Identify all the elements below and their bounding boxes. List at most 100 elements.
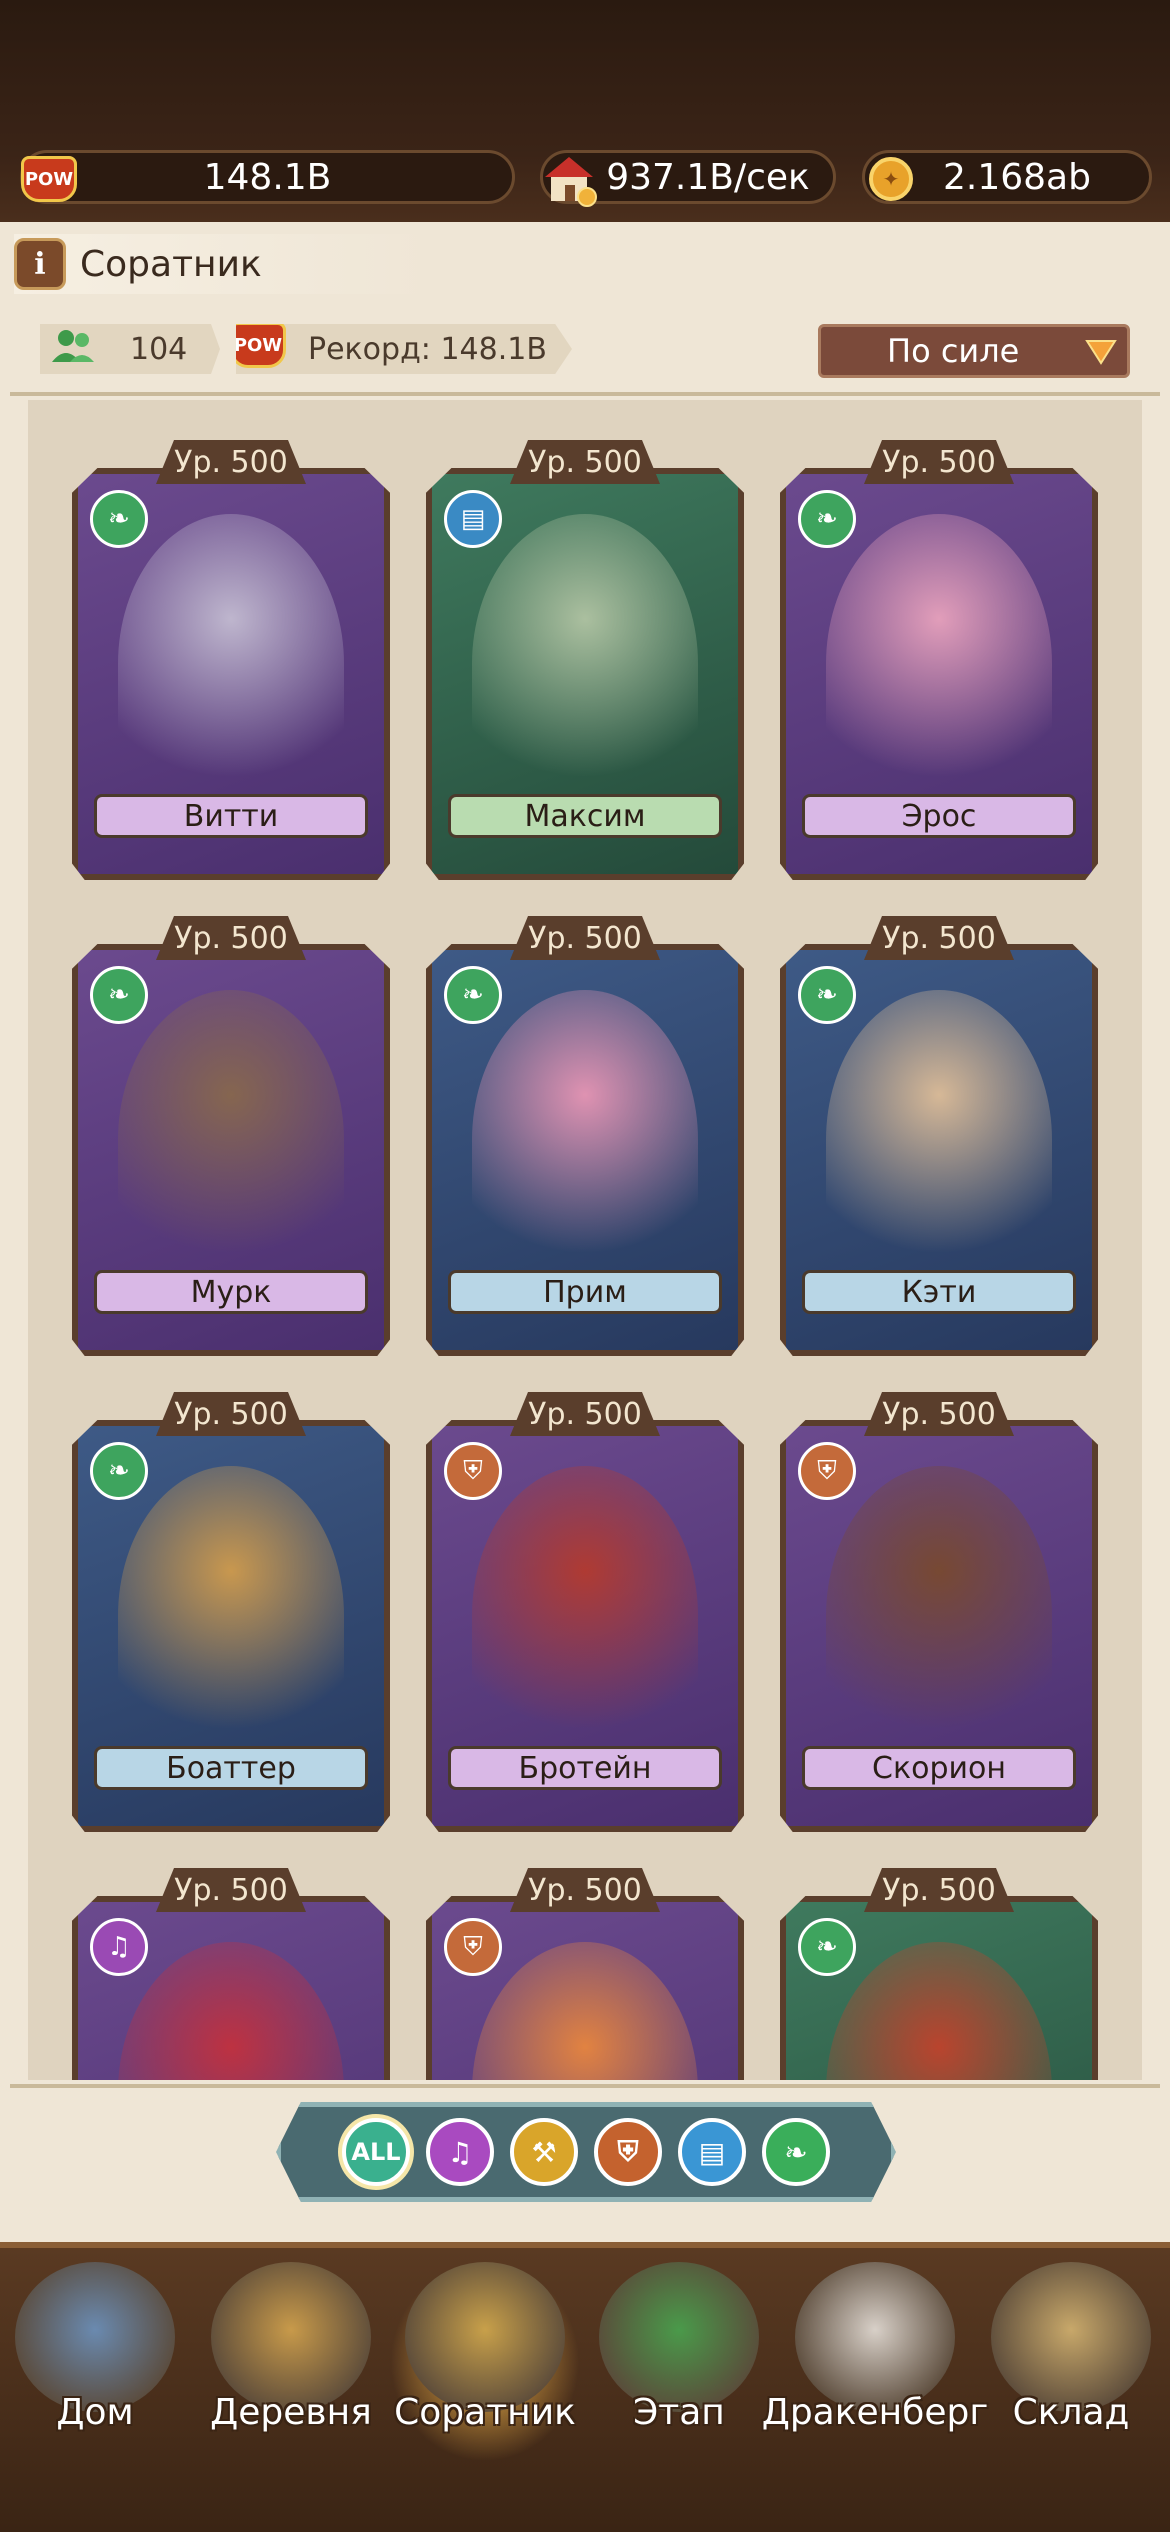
bottom-navigation: Дом Деревня Соратник Этап Дракенберг Склад <box>0 2242 1170 2532</box>
companion-card[interactable]: Ур. 500 ❧ Мурк <box>72 916 390 1356</box>
level-label: Ур. 500 <box>864 440 1014 484</box>
level-label: Ур. 500 <box>864 1868 1014 1912</box>
companion-portrait <box>826 990 1052 1290</box>
filter-book-button[interactable]: ▤ <box>678 2118 746 2186</box>
companion-portrait <box>118 1466 344 1766</box>
companion-card[interactable]: Ур. 500 ▤ Максим <box>426 440 744 880</box>
divider <box>10 392 1160 396</box>
filter-all-button[interactable]: ALL <box>342 2118 410 2186</box>
filter-broom-button[interactable]: ⚒ <box>510 2118 578 2186</box>
level-label: Ур. 500 <box>510 916 660 960</box>
page-title: Соратник <box>80 243 262 285</box>
level-label: Ур. 500 <box>156 1868 306 1912</box>
companion-portrait <box>472 514 698 814</box>
house-income-icon <box>537 147 601 211</box>
companion-portrait <box>118 1942 344 2080</box>
pow-record-icon: POW <box>236 324 286 368</box>
harp-icon: ♫ <box>447 2135 473 2169</box>
filter-sword-button[interactable]: ⛨ <box>594 2118 662 2186</box>
level-label: Ур. 500 <box>510 440 660 484</box>
pow-icon: POW <box>17 147 81 211</box>
companion-name: Максим <box>448 794 722 838</box>
companion-name: Боаттер <box>94 1746 368 1790</box>
drakenberg-icon <box>795 2262 955 2412</box>
nav-item-0[interactable]: Дом <box>0 2262 190 2462</box>
pow-badge-label: POW <box>21 156 77 202</box>
nav-label: Склад <box>1012 2392 1130 2433</box>
companion-portrait <box>826 1942 1052 2080</box>
pow-record-label: POW <box>236 324 286 368</box>
nav-label: Дом <box>56 2392 134 2433</box>
power-counter: POW 148.1B <box>20 150 515 204</box>
companion-card[interactable]: Ур. 500 ❧ Витти <box>72 440 390 880</box>
users-icon <box>50 326 96 374</box>
sword-icon: ⛨ <box>617 2135 639 2168</box>
nav-label: Соратник <box>394 2392 576 2433</box>
nav-label: Деревня <box>210 2392 372 2433</box>
sort-label: По силе <box>887 332 1020 370</box>
companion-name: Прим <box>448 1270 722 1314</box>
companion-portrait <box>472 1942 698 2080</box>
stage-icon <box>599 2262 759 2412</box>
dropdown-arrow-icon <box>1083 335 1119 367</box>
nav-item-2[interactable]: Соратник <box>390 2262 580 2462</box>
companion-count-pill: 104 <box>40 324 220 374</box>
wind-icon: ❧ <box>784 2135 808 2169</box>
nav-label: Дракенберг <box>761 2392 989 2433</box>
filter-harp-button[interactable]: ♫ <box>426 2118 494 2186</box>
sort-dropdown[interactable]: По силе <box>818 324 1130 378</box>
coin-icon: ✦ <box>859 147 923 211</box>
wind-icon: ❧ <box>90 966 148 1024</box>
gold-value: 2.168ab <box>943 156 1091 198</box>
companion-card[interactable]: Ур. 500 ⛨ Скорион <box>780 1392 1098 1832</box>
filter-all-label: ALL <box>351 2138 401 2166</box>
companion-card[interactable]: Ур. 500 ❧ Прим <box>426 916 744 1356</box>
companion-card[interactable]: Ур. 500 ❧ Кэти <box>780 916 1098 1356</box>
sword-icon: ⛨ <box>444 1442 502 1500</box>
companion-name: Витти <box>94 794 368 838</box>
broom-icon: ⚒ <box>531 2135 557 2169</box>
income-counter: 937.1B/сек <box>540 150 836 207</box>
companion-icon <box>405 2262 565 2412</box>
level-label: Ур. 500 <box>156 916 306 960</box>
info-button[interactable]: i <box>14 238 66 290</box>
gold-counter: ✦ 2.168ab <box>862 150 1152 204</box>
companion-grid: Ур. 500 ❧ Витти Ур. 500 ▤ Максим Ур. 500 ❧ Эрос У… <box>28 400 1142 2080</box>
level-label: Ур. 500 <box>156 1392 306 1436</box>
book-icon: ▤ <box>698 2135 726 2169</box>
nav-item-5[interactable]: Склад <box>976 2262 1166 2462</box>
companion-portrait <box>826 1466 1052 1766</box>
nav-label: Этап <box>633 2392 725 2433</box>
home-icon <box>15 2262 175 2412</box>
companion-card[interactable]: Ур. 500 ⛨ Бротейн <box>426 1392 744 1832</box>
companion-panel: i Соратник 104 POW Рекорд: 148.1B По сил… <box>0 222 1170 2242</box>
power-value: 148.1B <box>203 156 332 198</box>
companion-name: Скорион <box>802 1746 1076 1790</box>
record-text: Рекорд: 148.1B <box>308 331 547 367</box>
companion-card[interactable]: Ур. 500 ❧ Боаттер <box>72 1392 390 1832</box>
nav-item-1[interactable]: Деревня <box>196 2262 386 2462</box>
companion-name: Эрос <box>802 794 1076 838</box>
filter-wind-button[interactable]: ❧ <box>762 2118 830 2186</box>
companion-portrait <box>472 990 698 1290</box>
companion-portrait <box>826 514 1052 814</box>
sword-icon: ⛨ <box>798 1442 856 1500</box>
harp-icon: ♫ <box>90 1918 148 1976</box>
companion-card[interactable]: Ур. 500 ♫ <box>72 1868 390 2080</box>
wind-icon: ❧ <box>90 1442 148 1500</box>
companion-name: Мурк <box>94 1270 368 1314</box>
sword-icon: ⛨ <box>444 1918 502 1976</box>
companion-portrait <box>472 1466 698 1766</box>
page-header: i Соратник <box>14 234 434 294</box>
level-label: Ур. 500 <box>864 916 1014 960</box>
level-label: Ур. 500 <box>510 1868 660 1912</box>
companion-card[interactable]: Ур. 500 ⛨ <box>426 1868 744 2080</box>
level-label: Ур. 500 <box>864 1392 1014 1436</box>
companion-card[interactable]: Ур. 500 ❧ Эрос <box>780 440 1098 880</box>
nav-item-3[interactable]: Этап <box>584 2262 774 2462</box>
companion-card[interactable]: Ур. 500 ❧ <box>780 1868 1098 2080</box>
nav-item-4[interactable]: Дракенберг <box>762 2262 988 2462</box>
wind-icon: ❧ <box>798 1918 856 1976</box>
companion-portrait <box>118 514 344 814</box>
storage-icon <box>991 2262 1151 2412</box>
